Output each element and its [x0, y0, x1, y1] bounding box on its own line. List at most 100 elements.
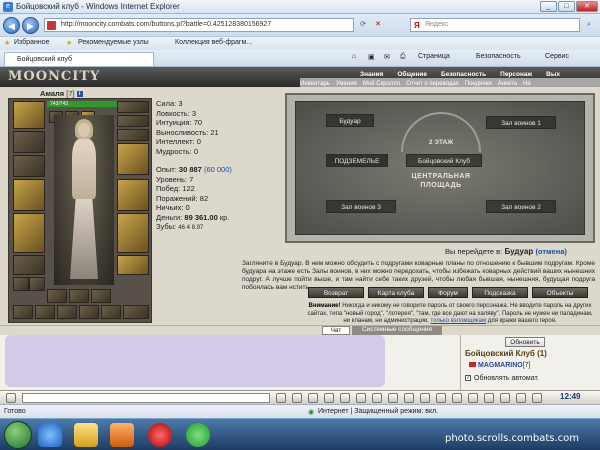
- ie-taskbar-icon[interactable]: [38, 423, 62, 447]
- exit-chat-icon[interactable]: [452, 393, 462, 403]
- nav-character[interactable]: Персонаж: [500, 71, 532, 78]
- nav-communication[interactable]: Общение: [397, 71, 427, 78]
- hint-button[interactable]: Подсказка: [472, 287, 528, 298]
- ring-slot-2[interactable]: [117, 115, 149, 127]
- print-icon[interactable]: ⎙: [400, 53, 406, 61]
- icq-taskbar-icon[interactable]: [186, 423, 210, 447]
- smiles-icon[interactable]: [308, 393, 318, 403]
- warning-link[interactable]: только взломщикам: [431, 318, 487, 324]
- minimize-button[interactable]: _: [540, 1, 557, 12]
- club-map-button[interactable]: Карта клуба: [368, 287, 424, 298]
- media-taskbar-icon[interactable]: [110, 423, 134, 447]
- home-icon[interactable]: ⌂: [352, 53, 356, 60]
- checkbox-icon[interactable]: ✓: [465, 375, 471, 382]
- close-button[interactable]: ✕: [576, 1, 598, 12]
- help-icon[interactable]: [436, 393, 446, 403]
- browser-tab[interactable]: Бойцовский клуб: [4, 52, 154, 66]
- opera-taskbar-icon[interactable]: [148, 423, 172, 447]
- earrings-slot[interactable]: [13, 131, 45, 153]
- pocket-slot-3[interactable]: [91, 289, 111, 303]
- amulet-slot[interactable]: [13, 155, 45, 177]
- map-icon[interactable]: [484, 393, 494, 403]
- item-slot-1[interactable]: [13, 277, 29, 291]
- search-input[interactable]: Я Яндекс: [410, 18, 580, 32]
- gift-icon[interactable]: [532, 393, 542, 403]
- ring-slot-3[interactable]: [117, 129, 149, 141]
- room-fight-club[interactable]: Бойцовский Клуб: [406, 154, 482, 167]
- refresh-icon[interactable]: ⟳: [357, 19, 369, 31]
- room-boudoir[interactable]: Будуар: [326, 114, 374, 127]
- room-warriors-hall-1[interactable]: Зал воинов 1: [486, 116, 556, 129]
- forward-icon[interactable]: ▶: [22, 17, 39, 34]
- pocket-slot-5[interactable]: [35, 305, 55, 319]
- menu-safety[interactable]: Безопасность: [476, 53, 521, 60]
- back-icon[interactable]: ◀: [3, 17, 20, 34]
- boots-slot[interactable]: [117, 255, 149, 275]
- item-slot-2[interactable]: [29, 277, 45, 291]
- search-go-icon[interactable]: ⌕: [583, 19, 595, 31]
- online-user-name[interactable]: MAGMARINO: [478, 362, 523, 369]
- scroll-icon[interactable]: [388, 393, 398, 403]
- info-icon[interactable]: i: [76, 91, 83, 98]
- clear-icon[interactable]: [292, 393, 302, 403]
- forum-button[interactable]: Форум: [428, 287, 468, 298]
- address-input[interactable]: http://mooncity.combats.com/buttons.pl?b…: [44, 18, 354, 32]
- shield-slot[interactable]: [117, 179, 149, 211]
- subnav-fights[interactable]: Поединки: [465, 81, 492, 87]
- room-warriors-hall-2[interactable]: Зал воинов 2: [486, 200, 556, 213]
- favorites-button[interactable]: Избранное: [14, 39, 49, 46]
- subnav-more[interactable]: На: [523, 81, 531, 87]
- helmet-slot[interactable]: [13, 101, 45, 129]
- feeds-icon[interactable]: ▣: [368, 53, 375, 61]
- chat-mode-icon[interactable]: [6, 393, 16, 403]
- belt-slot[interactable]: [13, 255, 45, 275]
- leggings-slot[interactable]: [117, 213, 149, 253]
- armor-slot[interactable]: [13, 213, 45, 253]
- chat-input[interactable]: [22, 393, 270, 403]
- pocket-slot-2[interactable]: [69, 289, 89, 303]
- weapon-slot[interactable]: [13, 179, 45, 211]
- pocket-slot-1[interactable]: [47, 289, 67, 303]
- nav-security[interactable]: Безопасность: [441, 71, 486, 78]
- pocket-slot-4[interactable]: [13, 305, 33, 319]
- mail-chat-icon[interactable]: [372, 393, 382, 403]
- recommended-sites-link[interactable]: Рекомендуемые узлы: [78, 39, 149, 46]
- room-floor-2[interactable]: 2 ЭТАЖ: [414, 136, 468, 149]
- bag-icon[interactable]: [500, 393, 510, 403]
- cancel-link[interactable]: (отмена): [535, 247, 566, 256]
- return-button[interactable]: Возврат: [308, 287, 364, 298]
- sound-icon[interactable]: [404, 393, 414, 403]
- tab-chat[interactable]: Чат: [322, 326, 350, 335]
- pocket-slot-7[interactable]: [79, 305, 99, 319]
- mail-icon[interactable]: ✉: [384, 53, 390, 61]
- subnav-scroll[interactable]: Мой Скроллл: [363, 81, 400, 87]
- subnav-profile[interactable]: Анкета: [498, 81, 517, 87]
- nav-exit[interactable]: Вых: [546, 71, 560, 78]
- room-central-square[interactable]: ЦЕНТРАЛЬНАЯ ПЛОЩАДЬ: [406, 172, 476, 202]
- settings-icon[interactable]: [420, 393, 430, 403]
- trade-icon[interactable]: [340, 393, 350, 403]
- quest-icon[interactable]: [468, 393, 478, 403]
- menu-tools[interactable]: Сервис: [545, 53, 569, 60]
- auto-refresh-toggle[interactable]: ✓ Обновлять автомат.: [465, 375, 539, 382]
- subnav-transfers[interactable]: Отчет о переводах: [406, 81, 459, 87]
- room-dungeon[interactable]: ПОДЗЕМЕЛЬЕ: [326, 154, 388, 167]
- refresh-button[interactable]: Обновить: [505, 337, 545, 347]
- menu-page[interactable]: Страница: [418, 53, 450, 60]
- web-slice-gallery-link[interactable]: Коллекция веб-фрагм...: [175, 39, 252, 46]
- filter-icon[interactable]: [324, 393, 334, 403]
- pocket-slot-9[interactable]: [123, 305, 149, 319]
- send-icon[interactable]: [276, 393, 286, 403]
- folder-taskbar-icon[interactable]: [74, 423, 98, 447]
- start-button[interactable]: [4, 421, 32, 449]
- online-user[interactable]: MAGMARINO[7]: [469, 362, 531, 369]
- objects-button[interactable]: Объекты: [532, 287, 588, 298]
- pocket-slot-8[interactable]: [101, 305, 121, 319]
- stop-icon[interactable]: ✕: [372, 19, 384, 31]
- maximize-button[interactable]: □: [558, 1, 575, 12]
- ring-slot-1[interactable]: [117, 101, 149, 113]
- clan-icon[interactable]: [516, 393, 526, 403]
- pocket-slot-6[interactable]: [57, 305, 77, 319]
- room-warriors-hall-3[interactable]: Зал воинов 3: [326, 200, 396, 213]
- gloves-slot[interactable]: [117, 143, 149, 175]
